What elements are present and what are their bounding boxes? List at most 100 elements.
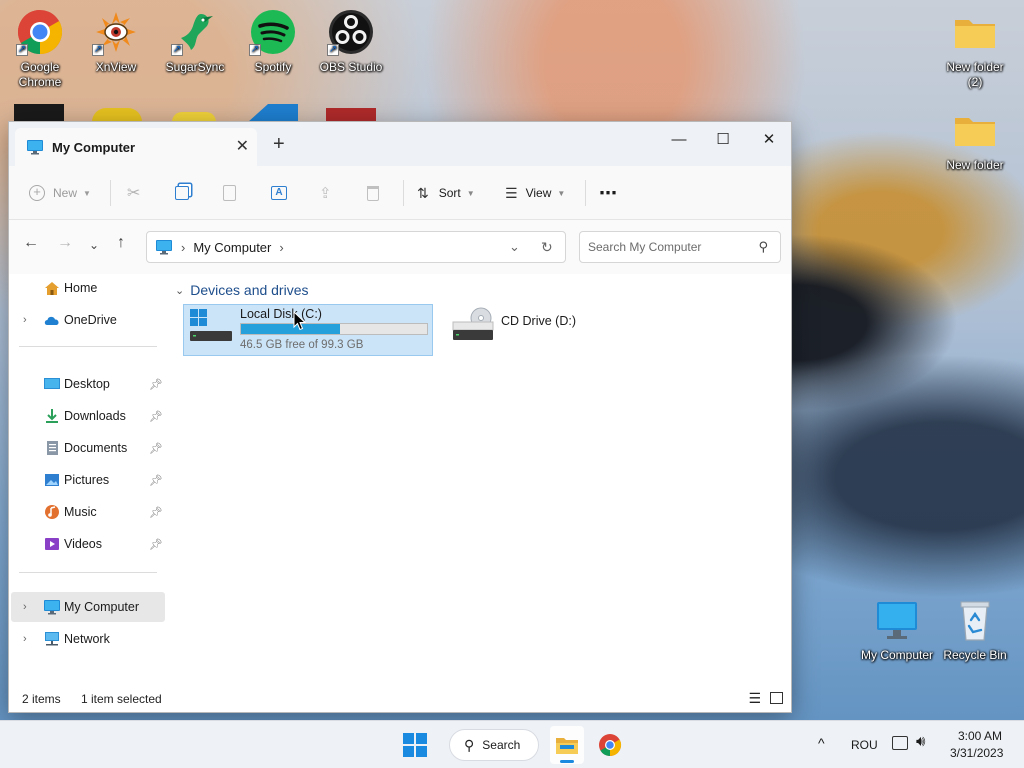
chevron-right-icon[interactable]: › <box>23 633 27 645</box>
sidebar-item-my-computer[interactable]: › My Computer <box>11 592 165 622</box>
breadcrumb-chevron-icon[interactable]: › <box>181 240 185 255</box>
sidebar-item-videos[interactable]: Videos 📌︎ <box>11 529 165 559</box>
address-bar[interactable]: › My Computer › ⌄ ↻ <box>146 231 566 263</box>
chevron-down-icon: ▼ <box>557 188 566 198</box>
input-language[interactable]: ROU <box>851 738 878 752</box>
toolbar-divider <box>110 180 111 206</box>
volume-icon[interactable]: 🔊︎ <box>916 733 925 750</box>
chevron-right-icon[interactable]: › <box>23 601 27 613</box>
drive-free-space: 46.5 GB free of 99.3 GB <box>240 339 364 351</box>
delete-button[interactable] <box>367 166 379 220</box>
toolbar-divider <box>403 180 404 206</box>
clock-date[interactable]: 3/31/2023 <box>950 746 1003 760</box>
pictures-icon <box>43 472 61 488</box>
sort-button-label: Sort <box>438 186 461 200</box>
new-tab-button[interactable]: + <box>273 134 285 154</box>
music-icon <box>43 504 61 520</box>
share-button[interactable]: ⇪ <box>319 166 332 220</box>
taskbar-search-button[interactable]: ⚲ Search <box>449 729 539 761</box>
sidebar-item-documents[interactable]: Documents 📌︎ <box>11 433 165 463</box>
chevron-down-icon: ▼ <box>83 188 91 198</box>
taskbar-file-explorer[interactable] <box>550 726 584 764</box>
desktop-icon-spotify[interactable]: ↗ Spotify <box>233 8 313 75</box>
tiles-view-icon[interactable] <box>770 692 783 704</box>
cut-button[interactable]: ✂ <box>127 166 140 220</box>
view-icon: ☰ <box>505 184 518 201</box>
new-button[interactable]: + New ▼ <box>29 166 91 220</box>
start-button[interactable] <box>403 733 427 757</box>
desktop-icon-label: Google <box>20 60 60 74</box>
pin-icon[interactable]: 📌︎ <box>149 506 163 519</box>
active-app-indicator <box>560 760 574 763</box>
chevron-right-icon[interactable]: › <box>23 314 27 326</box>
pin-icon[interactable]: 📌︎ <box>149 410 163 423</box>
sidebar-item-network[interactable]: › Network <box>11 624 165 654</box>
breadcrumb-my-computer[interactable]: My Computer <box>193 240 271 255</box>
desktop-icon-hidden-2[interactable] <box>92 108 142 122</box>
desktop-icon-obs[interactable]: ↗ OBS Studio <box>311 8 391 75</box>
sort-button[interactable]: ⇅ Sort ▼ <box>417 166 475 220</box>
recent-locations-chevron-icon[interactable]: ⌄ <box>89 238 99 252</box>
pin-icon[interactable]: 📌︎ <box>149 538 163 551</box>
search-box[interactable]: Search My Computer ⚲ <box>579 231 781 263</box>
address-dropdown-chevron-icon[interactable]: ⌄ <box>509 239 520 255</box>
sidebar-item-downloads[interactable]: Downloads 📌︎ <box>11 401 165 431</box>
desktop-icon-recycle-bin[interactable]: Recycle Bin <box>935 596 1015 663</box>
address-row: ← → ⌄ ↑ › My Computer › ⌄ ↻ Search My Co… <box>9 220 791 274</box>
home-icon <box>43 280 61 296</box>
desktop-icon-my-computer[interactable]: My Computer <box>857 596 937 663</box>
sidebar-item-pictures[interactable]: Pictures 📌︎ <box>11 465 165 495</box>
sidebar-item-onedrive[interactable]: › OneDrive <box>11 305 165 335</box>
sidebar-item-label: Pictures <box>64 473 110 487</box>
pin-icon[interactable]: 📌︎ <box>149 474 163 487</box>
maximize-button[interactable]: ☐ <box>701 126 745 154</box>
sidebar-item-desktop[interactable]: Desktop 📌︎ <box>11 369 165 399</box>
taskbar: ⚲ Search ^ ROU 🔊︎ 3:00 AM 3/31/2023 <box>0 720 1024 768</box>
desktop-icon-hidden-5[interactable] <box>326 108 376 122</box>
title-bar: My Computer ✕ + — ☐ ✕ <box>9 122 791 166</box>
breadcrumb-chevron-icon[interactable]: › <box>279 240 283 255</box>
search-input[interactable]: Search My Computer <box>588 240 701 254</box>
up-arrow-icon[interactable]: ↑ <box>117 234 125 252</box>
sidebar-item-home[interactable]: Home <box>11 273 165 303</box>
devices-and-drives-header[interactable]: ⌄ Devices and drives <box>175 282 309 298</box>
sidebar-divider <box>19 572 157 573</box>
add-circle-icon: + <box>29 185 45 201</box>
drive-usage-bar <box>240 323 428 335</box>
drive-name: CD Drive (D:) <box>501 314 576 328</box>
folder-icon <box>951 106 999 154</box>
drive-cd-d[interactable]: CD Drive (D:) <box>443 304 593 356</box>
drive-local-disk-c[interactable]: Local Disk (C:) 46.5 GB free of 99.3 GB <box>183 304 433 356</box>
close-window-button[interactable]: ✕ <box>747 126 791 154</box>
tab-my-computer[interactable]: My Computer ✕ <box>15 128 257 166</box>
download-icon <box>43 408 61 424</box>
show-hidden-icons-chevron-icon[interactable]: ^ <box>818 735 825 751</box>
taskbar-chrome[interactable] <box>598 733 622 757</box>
network-status-icon[interactable] <box>892 736 908 750</box>
clock-time[interactable]: 3:00 AM <box>958 729 1002 743</box>
pin-icon[interactable]: 📌︎ <box>149 378 163 391</box>
minimize-button[interactable]: — <box>657 126 701 154</box>
desktop-icon-hidden-4[interactable] <box>248 104 298 122</box>
rename-button[interactable]: A <box>271 166 287 220</box>
view-button[interactable]: ☰ View ▼ <box>505 166 565 220</box>
obs-icon: ↗ <box>327 8 375 56</box>
desktop-icon-sugarsync[interactable]: ↗ SugarSync <box>155 8 235 75</box>
copy-button[interactable] <box>175 166 189 220</box>
sidebar-item-music[interactable]: Music 📌︎ <box>11 497 165 527</box>
refresh-icon[interactable]: ↻ <box>541 239 553 256</box>
more-options-button[interactable]: ⋯ <box>599 166 617 220</box>
back-arrow-icon[interactable]: ← <box>23 234 39 252</box>
desktop-icon-chrome[interactable]: ↗ Google Chrome <box>0 8 80 90</box>
desktop-icon-label: OBS Studio <box>319 60 383 74</box>
forward-arrow-icon[interactable]: → <box>57 234 73 252</box>
paste-button[interactable] <box>223 166 236 220</box>
pin-icon[interactable]: 📌︎ <box>149 442 163 455</box>
desktop-icon-xnview[interactable]: ↗ XnView <box>76 8 156 75</box>
close-tab-icon[interactable]: ✕ <box>236 136 249 156</box>
desktop-icon-new-folder[interactable]: New folder <box>935 106 1015 173</box>
monitor-icon <box>873 596 921 644</box>
details-view-icon[interactable]: ☰ <box>748 690 761 707</box>
search-icon[interactable]: ⚲ <box>758 239 768 255</box>
desktop-icon-new-folder-2[interactable]: New folder (2) <box>935 8 1015 90</box>
